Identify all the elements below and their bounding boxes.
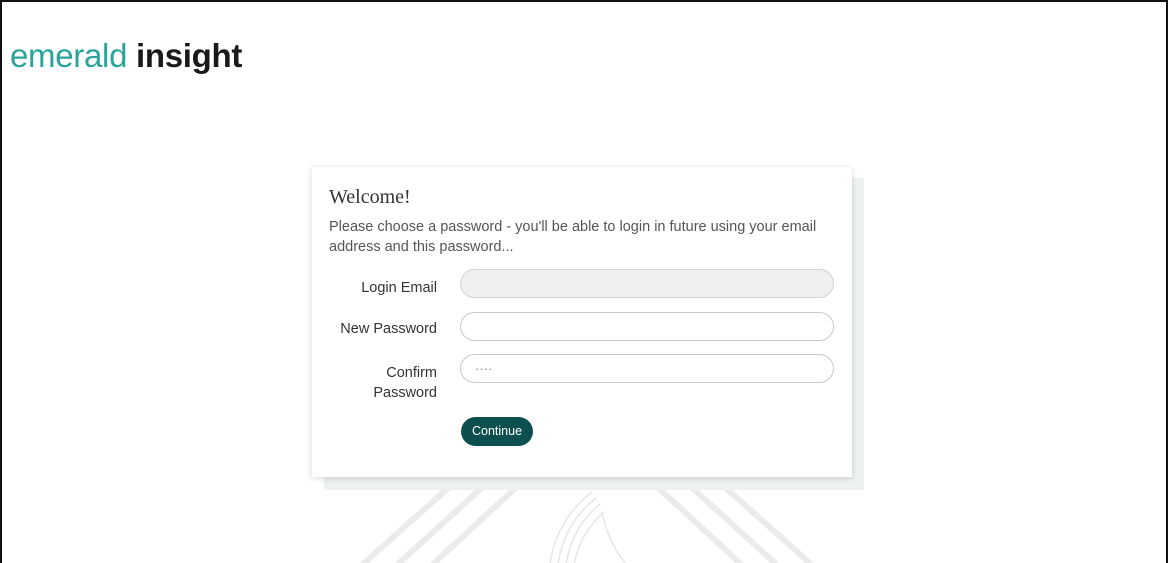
logo-text-insight: insight [136, 37, 243, 74]
login-email-input[interactable] [460, 269, 834, 298]
emerald-insight-logo[interactable]: emerald insight [10, 36, 242, 76]
new-password-label: New Password [340, 321, 437, 337]
card-description: Please choose a password - you'll be abl… [329, 219, 817, 255]
login-email-label: Login Email [361, 280, 437, 296]
continue-button[interactable]: Continue [461, 417, 534, 446]
confirm-password-label: Confirm Password [373, 365, 437, 401]
page-frame: emerald insight Welcome! Please choose a… [0, 0, 1168, 563]
logo-text-emerald: emerald [10, 37, 128, 74]
card-title: Welcome! [329, 186, 411, 208]
welcome-card: Welcome! Please choose a password - you'… [312, 167, 852, 477]
new-password-input[interactable] [460, 312, 834, 341]
confirm-password-input[interactable] [460, 354, 834, 383]
